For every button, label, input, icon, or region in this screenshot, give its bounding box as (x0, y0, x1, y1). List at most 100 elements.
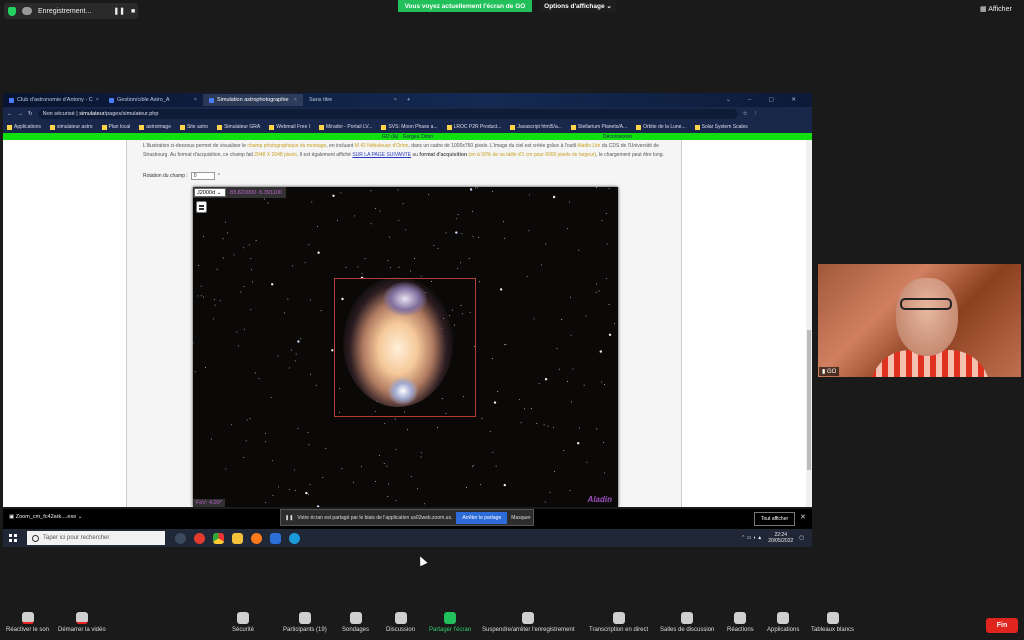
stop-record-icon[interactable]: ■ (131, 8, 135, 15)
bookmark-icon (101, 124, 107, 130)
share-notice-text: Votre écran est partagé par le biais de … (297, 514, 453, 521)
participant-video[interactable]: ▮ GO (818, 264, 1021, 377)
window-controls[interactable]: ⌄ – ▢ ✕ (726, 97, 804, 103)
stop-sharing-button[interactable]: Arrêter le partage (456, 511, 508, 524)
star (420, 275, 422, 277)
forward-icon[interactable]: → (18, 111, 24, 117)
next-page-link[interactable]: SUR LA PAGE SUIVANTE (352, 152, 411, 158)
frame-select[interactable]: J2000d ⌄ (194, 188, 226, 197)
whiteboard-button[interactable]: Tableaux blancs (811, 612, 854, 633)
bookmark-item[interactable]: Plan local (101, 124, 130, 130)
star (606, 243, 608, 245)
star (250, 258, 252, 260)
bookmark-icon (139, 124, 145, 130)
close-icon[interactable]: × (294, 97, 297, 103)
menu-icon[interactable]: ⋮ (753, 111, 759, 117)
apps-button[interactable]: Applications (767, 612, 799, 633)
logout-link[interactable]: Déconnexion (603, 134, 632, 140)
rotation-input[interactable]: 0 (190, 172, 215, 180)
star (224, 221, 226, 223)
bookmark-item[interactable]: Solar System Scales (694, 124, 748, 130)
scrollbar-thumb[interactable] (807, 330, 811, 470)
star (559, 368, 560, 370)
bookmark-item[interactable]: Simulateur GRA (217, 124, 260, 130)
star-icon[interactable]: ☆ (743, 111, 748, 117)
page-body: L'illustration ci-dessous permet de visu… (3, 140, 806, 507)
show-button[interactable]: ▦ Afficher (980, 5, 1012, 13)
bookmark-item[interactable]: LROC P2R Product... (446, 124, 501, 130)
notification-icon[interactable]: ▢ (799, 535, 804, 541)
layers-icon[interactable] (196, 201, 207, 213)
chat-button[interactable]: Discussion (386, 612, 415, 633)
clock[interactable]: 22:24 20/05/2022 (768, 532, 793, 544)
close-icon[interactable]: × (394, 97, 397, 103)
microphone-muted-icon (21, 612, 34, 624)
bookmark-item[interactable]: simulateur astro (49, 124, 93, 130)
tab-gestion-cible[interactable]: Gestion/cible Astro_A × (103, 94, 203, 106)
tab-club-astronomie[interactable]: Club d'astronomie d'Antony - C × (3, 94, 103, 106)
close-icon[interactable]: × (194, 97, 197, 103)
security-button[interactable]: Sécurité (232, 612, 254, 633)
tab-sans-titre[interactable]: Sans titre × (303, 94, 403, 106)
star (599, 350, 602, 353)
star (492, 451, 494, 453)
bookmark-item[interactable]: Mirador - Portail LV... (319, 124, 372, 130)
bookmark-item[interactable]: Applications (7, 124, 41, 130)
start-video-button[interactable]: Démarrer la vidéo (58, 612, 106, 633)
edge-icon[interactable] (289, 532, 300, 544)
star (308, 493, 309, 495)
star (308, 444, 310, 446)
task-view-icon[interactable] (175, 532, 186, 544)
file-explorer-icon[interactable] (232, 532, 243, 544)
show-all-downloads-button[interactable]: Tout afficher (754, 512, 796, 526)
bookmark-item[interactable]: Site astro (179, 124, 208, 130)
new-tab-icon[interactable]: + (407, 97, 410, 103)
back-icon[interactable]: ← (7, 111, 13, 117)
star (248, 244, 250, 246)
url-field[interactable]: Non sécurisé | simulateur/pages/simulate… (37, 109, 738, 119)
tab-simulation[interactable]: Simulation astrophotographie × (203, 94, 303, 106)
bookmark-item[interactable]: SVS: Moon Phase a... (381, 124, 438, 130)
bookmark-item[interactable]: astroimage (139, 124, 171, 130)
tray-icons[interactable]: ⌃ ▭ ◖ ▲ (741, 535, 762, 541)
star (556, 348, 558, 350)
opera-icon[interactable] (194, 532, 205, 544)
hide-button[interactable]: Masquer (511, 515, 530, 521)
record-control-button[interactable]: Suspendre/arrêter l'enregistrement (482, 612, 575, 633)
reactions-button[interactable]: Réactions (727, 612, 754, 633)
share-screen-button[interactable]: Partager l'écran (429, 612, 471, 633)
star (604, 472, 605, 474)
star (311, 201, 313, 203)
breakout-rooms-button[interactable]: Salles de discussion (660, 612, 714, 633)
polls-button[interactable]: Sondages (342, 612, 369, 633)
page-scrollbar[interactable] (806, 140, 812, 507)
calculator-icon[interactable] (270, 532, 281, 544)
star (395, 499, 397, 501)
live-transcript-button[interactable]: Transcription en direct (589, 612, 648, 633)
view-options-label: Options d'affichage (544, 2, 605, 10)
pause-stop-icon (522, 612, 535, 624)
bookmark-item[interactable]: Orbite de la Lune... (636, 124, 686, 130)
close-icon[interactable]: ✕ (800, 513, 806, 521)
download-item[interactable]: ▣ Zoom_cm_fc42ark....exe ⌄ (9, 514, 82, 520)
view-options-button[interactable]: Options d'affichage ⌄ (540, 0, 616, 12)
star (389, 236, 391, 238)
end-meeting-button[interactable]: Fin (986, 618, 1018, 633)
participant-name-tag: ▮ GO (819, 367, 840, 376)
pause-record-icon[interactable]: ❚❚ (113, 7, 125, 15)
windows-start-icon[interactable] (9, 534, 17, 542)
bookmark-item[interactable]: Javascript html5/a... (510, 124, 562, 130)
bookmark-item[interactable]: Webmail Free I (269, 124, 310, 130)
unmute-button[interactable]: Réactiver le son (6, 612, 49, 633)
chrome-icon[interactable] (213, 532, 224, 544)
star (491, 191, 493, 193)
participants-button[interactable]: Participants (19) (283, 612, 327, 633)
reload-icon[interactable]: ↻ (28, 111, 33, 117)
bookmark-icon (49, 124, 55, 130)
cloud-record-icon (22, 7, 32, 15)
aladin-sky-view[interactable]: J2000d ⌄ 83.820000 -5.391100 FoV: 4.00° … (193, 187, 618, 507)
bookmark-item[interactable]: Stellarium Planets/A... (570, 124, 627, 130)
firefox-icon[interactable] (251, 532, 262, 544)
close-icon[interactable]: × (96, 97, 99, 103)
taskbar-search[interactable]: Taper ici pour rechercher (27, 531, 165, 545)
